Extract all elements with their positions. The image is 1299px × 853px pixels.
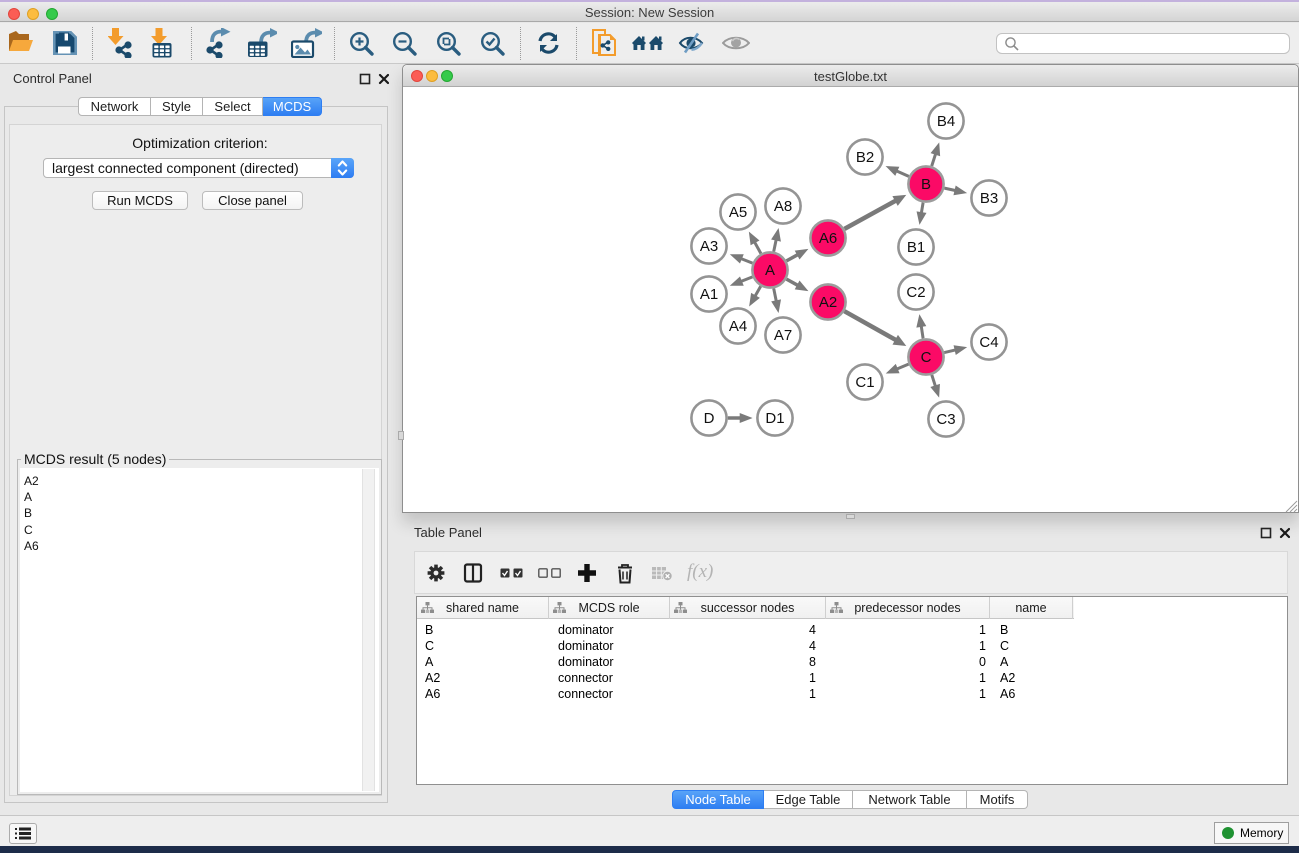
svg-text:B: B [921,176,931,193]
svg-text:C1: C1 [855,374,874,391]
svg-text:B4: B4 [937,113,955,130]
svg-text:A5: A5 [729,204,747,221]
svg-text:A6: A6 [819,230,837,247]
svg-text:A1: A1 [700,286,718,303]
svg-text:B2: B2 [856,149,874,166]
svg-text:A3: A3 [700,238,718,255]
svg-text:D1: D1 [765,410,784,427]
svg-text:C: C [921,349,932,366]
svg-text:C3: C3 [936,411,955,428]
svg-text:B1: B1 [907,239,925,256]
svg-text:D: D [704,410,715,427]
svg-text:B3: B3 [980,190,998,207]
svg-text:A8: A8 [774,198,792,215]
svg-text:A4: A4 [729,318,747,335]
svg-text:C4: C4 [979,334,998,351]
svg-text:C2: C2 [906,284,925,301]
svg-text:A7: A7 [774,327,792,344]
svg-text:A: A [765,262,775,279]
svg-text:A2: A2 [819,294,837,311]
